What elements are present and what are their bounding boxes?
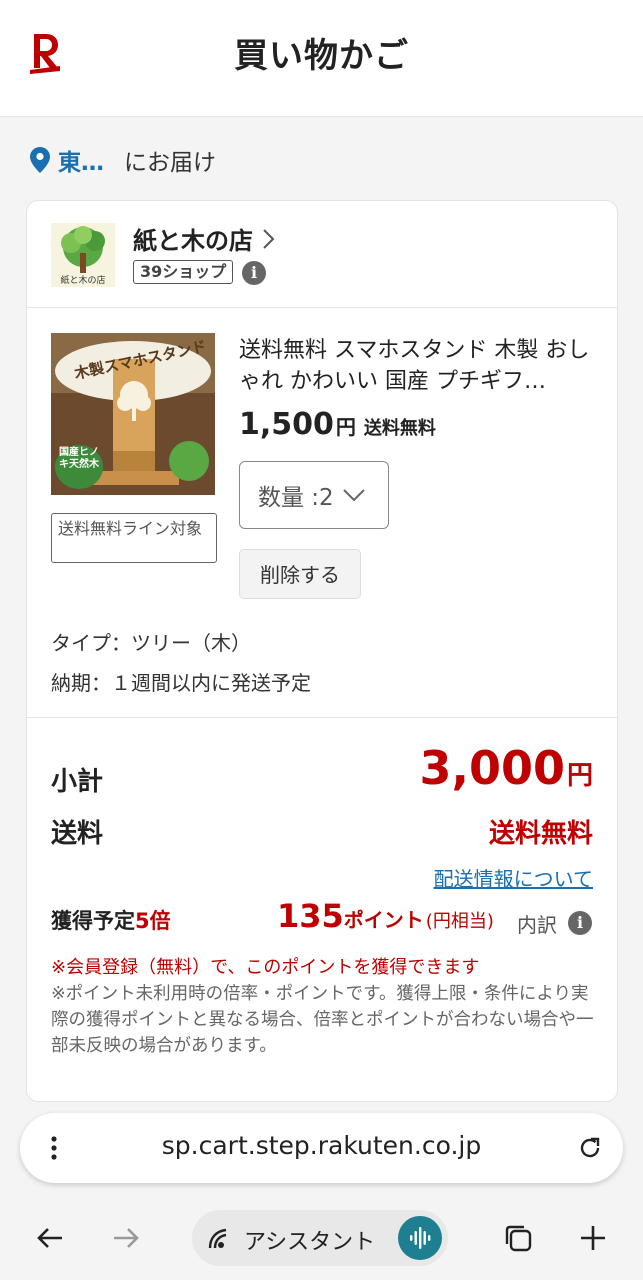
subtotal-number: 3,000 <box>419 741 565 795</box>
quantity-label: 数量 :2 <box>258 485 334 511</box>
points-disclaimer: ※ポイント未利用時の倍率・ポイントです。獲得上限・条件により実際の獲得ポイントと… <box>51 984 594 1056</box>
shop-badge: 39ショップ <box>133 260 234 284</box>
points-equivalent: (円相当) <box>425 911 494 932</box>
chevron-right-icon <box>263 228 275 249</box>
browser-url-bar[interactable]: sp.cart.step.rakuten.co.jp <box>20 1113 623 1183</box>
price-unit: 円 <box>335 415 356 439</box>
product-image[interactable]: 木製スマホスタンド 国産ヒノキ天然木 <box>51 333 215 495</box>
product-name-link[interactable]: 送料無料 スマホスタンド 木製 おしゃれ かわいい 国産 プチギフ… <box>239 335 595 397</box>
points-multiplier: 5倍 <box>135 909 171 933</box>
product-image-badge: 国産ヒノキ天然木 <box>59 447 99 470</box>
shipping-label: 送料 <box>51 819 104 849</box>
shipping-info-link[interactable]: 配送情報について <box>434 863 593 892</box>
back-arrow-icon[interactable] <box>34 1222 66 1254</box>
price-shipping: 送料無料 <box>363 418 436 439</box>
free-shipping-line-tag: 送料無料ライン対象 <box>51 513 217 563</box>
new-tab-plus-icon[interactable] <box>577 1222 609 1254</box>
subtotal-value: 3,000 円 <box>419 741 593 795</box>
delivery-text: にお届け <box>124 150 216 176</box>
member-note: ※会員登録（無料）で、このポイントを獲得できます <box>51 957 480 978</box>
assistant-button[interactable]: アシスタント <box>192 1210 448 1266</box>
location-pin-icon <box>30 147 50 173</box>
points-unit: ポイント <box>343 908 424 932</box>
product-price: 1,500 円 送料無料 <box>239 407 436 442</box>
forward-arrow-icon[interactable] <box>110 1222 142 1254</box>
shop-name[interactable]: 紙と木の店 <box>133 221 253 256</box>
shop-logo-caption: 紙と木の店 <box>60 276 106 286</box>
points-info-icon[interactable]: i <box>568 911 592 935</box>
cart-shop-card: 紙と木の店 紙と木の店 39ショップ i 木製スマホスタンド 国産ヒノキ天然木 … <box>26 200 618 1102</box>
shop-header: 紙と木の店 紙と木の店 39ショップ i <box>27 201 617 308</box>
tabs-icon[interactable] <box>502 1222 534 1254</box>
waveform-icon <box>410 1227 431 1249</box>
url-text[interactable]: sp.cart.step.rakuten.co.jp <box>20 1131 623 1160</box>
quantity-select[interactable]: 数量 :2 <box>239 461 389 529</box>
delete-button[interactable]: 削除する <box>239 549 361 599</box>
assistant-icon <box>208 1228 227 1249</box>
app-header: 買い物かご <box>0 0 643 117</box>
page-title: 買い物かご <box>234 36 409 76</box>
subtotal-unit: 円 <box>566 761 593 791</box>
subtotal-label: 小計 <box>51 767 104 797</box>
product-type: タイプ：ツリー（木） <box>51 631 251 655</box>
delivery-location-row[interactable]: 東… にお届け <box>30 142 216 178</box>
points-breakdown-link[interactable]: 内訳 <box>517 909 557 938</box>
divider <box>27 717 617 718</box>
voice-input-icon[interactable] <box>398 1216 442 1260</box>
delivery-estimate: 納期：１週間以内に発送予定 <box>51 671 311 695</box>
assistant-label: アシスタント <box>244 1230 376 1255</box>
points-number: 135 <box>277 897 344 935</box>
shipping-value: 送料無料 <box>488 819 593 849</box>
points-label-text: 獲得予定 <box>51 909 135 933</box>
price-value: 1,500 <box>239 407 334 442</box>
points-label: 獲得予定5倍 <box>51 905 171 935</box>
points-value: 135 ポイント (円相当) <box>277 897 494 935</box>
shop-logo[interactable]: 紙と木の店 <box>51 223 115 287</box>
reload-icon[interactable] <box>577 1135 603 1161</box>
chevron-down-icon <box>342 489 365 502</box>
info-icon[interactable]: i <box>242 261 266 285</box>
delivery-location[interactable]: 東… <box>58 143 104 177</box>
shop-name-link[interactable]: 紙と木の店 <box>133 221 275 256</box>
